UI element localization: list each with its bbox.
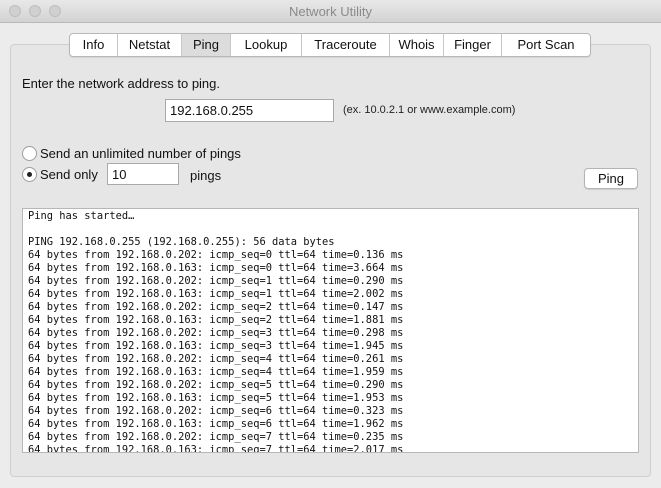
output-line: 64 bytes from 192.168.0.163: icmp_seq=6 … xyxy=(28,418,404,430)
tab-bar: Info Netstat Ping Lookup Traceroute Whoi… xyxy=(69,33,591,57)
output-line: 64 bytes from 192.168.0.163: icmp_seq=3 … xyxy=(28,340,404,352)
tab-port-scan[interactable]: Port Scan xyxy=(502,34,590,56)
unlimited-pings-label[interactable]: Send an unlimited number of pings xyxy=(40,146,241,161)
tab-whois[interactable]: Whois xyxy=(390,34,444,56)
output-line: 64 bytes from 192.168.0.202: icmp_seq=2 … xyxy=(28,301,404,313)
tab-info[interactable]: Info xyxy=(70,34,118,56)
output-line: 64 bytes from 192.168.0.202: icmp_seq=3 … xyxy=(28,327,404,339)
unlimited-pings-radio[interactable] xyxy=(22,146,37,161)
output-line: 64 bytes from 192.168.0.163: icmp_seq=0 … xyxy=(28,262,404,274)
output-line: PING 192.168.0.255 (192.168.0.255): 56 d… xyxy=(28,236,335,248)
send-only-radio[interactable] xyxy=(22,167,37,182)
output-line: 64 bytes from 192.168.0.202: icmp_seq=4 … xyxy=(28,353,404,365)
address-prompt: Enter the network address to ping. xyxy=(22,76,221,91)
output-line: 64 bytes from 192.168.0.202: icmp_seq=6 … xyxy=(28,405,404,417)
output-line: 64 bytes from 192.168.0.163: icmp_seq=2 … xyxy=(28,314,404,326)
address-input[interactable] xyxy=(165,99,334,122)
address-example-hint: (ex. 10.0.2.1 or www.example.com) xyxy=(343,104,516,116)
ping-count-unit: pings xyxy=(190,168,222,183)
output-line: 64 bytes from 192.168.0.163: icmp_seq=7 … xyxy=(28,444,404,453)
output-line: 64 bytes from 192.168.0.163: icmp_seq=4 … xyxy=(28,366,404,378)
title-bar: Network Utility xyxy=(0,0,661,23)
output-line: 64 bytes from 192.168.0.202: icmp_seq=7 … xyxy=(28,431,404,443)
tab-ping[interactable]: Ping xyxy=(182,34,231,56)
ping-output-area[interactable]: Ping has started… PING 192.168.0.255 (19… xyxy=(22,208,639,453)
ping-button[interactable]: Ping xyxy=(584,168,638,189)
output-line: 64 bytes from 192.168.0.202: icmp_seq=0 … xyxy=(28,249,404,261)
tab-netstat[interactable]: Netstat xyxy=(118,34,182,56)
tab-lookup[interactable]: Lookup xyxy=(231,34,302,56)
tab-finger[interactable]: Finger xyxy=(444,34,502,56)
ping-count-input[interactable] xyxy=(107,163,179,185)
window-title: Network Utility xyxy=(288,4,373,19)
tab-traceroute[interactable]: Traceroute xyxy=(302,34,390,56)
output-line: 64 bytes from 192.168.0.202: icmp_seq=5 … xyxy=(28,379,404,391)
output-line: Ping has started… xyxy=(28,210,135,222)
output-line: 64 bytes from 192.168.0.163: icmp_seq=5 … xyxy=(28,392,404,404)
output-line: 64 bytes from 192.168.0.202: icmp_seq=1 … xyxy=(28,275,404,287)
output-line: 64 bytes from 192.168.0.163: icmp_seq=1 … xyxy=(28,288,404,300)
network-utility-window: Network Utility Info Netstat Ping Lookup… xyxy=(0,0,661,488)
send-only-label[interactable]: Send only xyxy=(40,167,98,182)
radio-selected-dot xyxy=(27,172,32,177)
